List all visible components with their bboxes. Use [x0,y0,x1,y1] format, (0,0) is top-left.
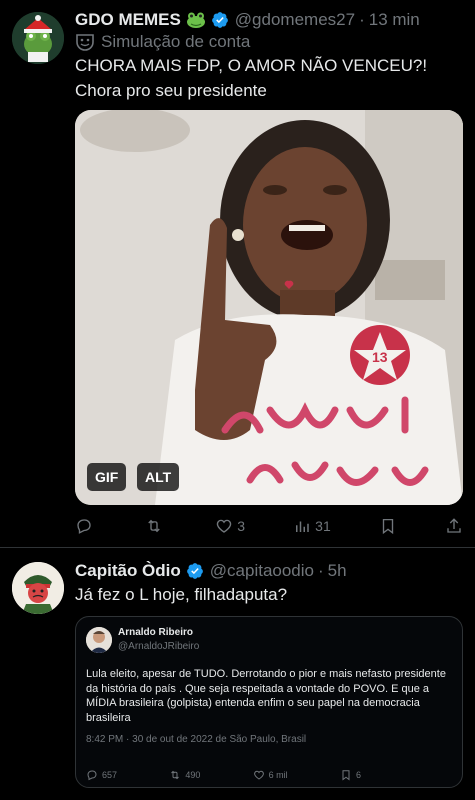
tweet-header: GDO MEMES @gdomemes27 · 13 min [75,10,420,30]
tweet-header: Capitão Òdio @capitaoodio · 5h [75,561,347,581]
tweet-text-line-1: CHORA MAIS FDP, O AMOR NÃO VENCEU?! [75,56,428,75]
tweet-text: Já fez o L hoje, filhadaputa? [75,585,288,604]
quoted-reply-button[interactable]: 657 [86,765,117,785]
frog-emoji-icon [186,11,206,29]
retweet-icon [148,519,160,533]
avatar[interactable] [12,562,64,614]
retweet-button[interactable] [145,516,167,536]
retweet-icon [171,770,180,780]
like-button[interactable]: 3 [215,516,245,536]
quoted-retweet-count: 490 [185,770,201,780]
user-handle[interactable]: @gdomemes27 [235,10,355,30]
quoted-avatar[interactable] [86,627,112,653]
quoted-like-count: 6 mil [268,770,288,780]
separator-dot: · [318,561,324,580]
svg-text:13: 13 [372,349,388,365]
alt-badge[interactable]: ALT [137,463,180,491]
user-handle[interactable]: @capitaoodio [210,561,314,581]
like-count: 3 [237,518,246,534]
reply-icon [87,770,97,781]
timestamp[interactable]: 13 min [369,10,420,30]
heart-icon [253,770,264,780]
simulation-label: Simulação de conta [75,32,250,52]
verified-badge-icon[interactable] [211,11,229,29]
display-name[interactable]: Capitão Òdio [75,561,181,581]
views-bar-chart-icon [296,521,309,532]
quoted-like-button[interactable]: 6 mil [253,765,288,785]
verified-badge-icon[interactable] [186,562,204,580]
quoted-tweet[interactable]: Arnaldo Ribeiro @ArnaldoJRibeiro Lula el… [75,616,463,788]
quoted-bookmark-button[interactable]: 6 [340,765,361,785]
theater-mask-icon [75,33,95,51]
quoted-bookmark-count: 6 [355,770,361,780]
media-illustration: 13 [75,110,463,505]
reply-button[interactable] [75,516,97,536]
views-button[interactable]: 31 [293,516,331,536]
timestamp[interactable]: 5h [328,561,347,581]
views-count: 31 [315,518,331,534]
share-button[interactable] [445,516,463,536]
gif-badge[interactable]: GIF [87,463,127,491]
quoted-user-handle[interactable]: @ArnaldoJRibeiro [118,641,199,652]
quoted-display-name[interactable]: Arnaldo Ribeiro [118,627,193,638]
tweet-actions: 3 31 [75,516,463,536]
tweet-media-gif[interactable]: 13 GIF ALT [75,110,463,505]
quoted-text: Lula eleito, apesar de TUDO. Derrotando … [86,668,446,724]
simulation-text: Simulação de conta [101,32,251,51]
share-icon [447,518,461,533]
quoted-retweet-button[interactable]: 490 [169,765,200,785]
heart-icon [217,519,232,533]
tweet-gdo-memes[interactable]: GDO MEMES @gdomemes27 · 13 min Simulação… [0,0,475,548]
separator-dot: · [359,10,365,29]
bookmark-icon [342,770,350,781]
avatar[interactable] [12,12,64,64]
quoted-timestamp: 8:42 PM · 30 de out de 2022 de São Paulo… [86,734,307,745]
tweet-text-line-2: Chora pro seu presidente [75,81,267,100]
display-name[interactable]: GDO MEMES [75,10,181,30]
reply-icon [77,519,91,534]
quoted-reply-count: 657 [102,770,118,780]
bookmark-button[interactable] [379,516,397,536]
quoted-actions: 657 490 6 mil 6 [86,765,361,785]
bookmark-icon [382,518,394,535]
